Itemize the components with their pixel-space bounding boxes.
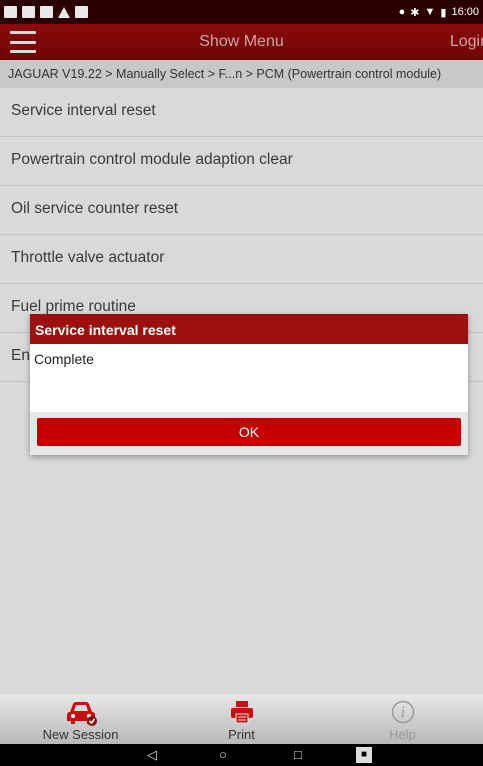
- info-icon: i: [391, 700, 414, 724]
- menu-item-oil-service-counter-reset[interactable]: Oil service counter reset: [0, 186, 483, 235]
- location-icon: ●: [398, 6, 406, 18]
- notification-icon: [4, 6, 17, 18]
- screenshot-icon[interactable]: ■: [356, 747, 372, 763]
- menu-item-service-interval-reset[interactable]: Service interval reset: [0, 88, 483, 137]
- battery-icon: ▮: [440, 6, 447, 19]
- login-button[interactable]: Login: [450, 33, 483, 51]
- dialog-footer: OK: [30, 412, 468, 455]
- notification-icon: [22, 6, 35, 18]
- help-button[interactable]: i Help: [322, 694, 483, 744]
- notification-icon: [40, 6, 53, 18]
- bottom-toolbar: New Session Print i Help: [0, 694, 483, 744]
- result-dialog: Service interval reset Complete OK: [30, 314, 468, 455]
- wifi-icon: ▼: [424, 6, 436, 18]
- warning-icon: [58, 6, 70, 18]
- notification-icon: [75, 6, 88, 18]
- status-bar: ● ✱ ▼ ▮ 16:00: [0, 0, 483, 24]
- new-session-button[interactable]: New Session: [0, 694, 161, 744]
- dialog-title: Service interval reset: [30, 314, 468, 344]
- ok-button[interactable]: OK: [37, 418, 461, 446]
- print-button[interactable]: Print: [161, 694, 322, 744]
- app-title[interactable]: Show Menu: [0, 33, 483, 51]
- system-nav-bar: ◁ ○ □ ■: [0, 744, 483, 766]
- home-icon[interactable]: ○: [219, 747, 227, 762]
- back-icon[interactable]: ◁: [147, 747, 157, 763]
- notification-icons: [4, 6, 88, 18]
- breadcrumb: JAGUAR V19.22 > Manually Select > F...n …: [0, 60, 483, 88]
- dialog-message: Complete: [30, 344, 468, 412]
- menu-item-throttle-valve-actuator[interactable]: Throttle valve actuator: [0, 235, 483, 284]
- system-icons: ● ✱ ▼ ▮ 16:00: [399, 6, 479, 19]
- help-label: Help: [389, 727, 416, 742]
- status-time: 16:00: [451, 6, 479, 18]
- recents-icon[interactable]: □: [294, 747, 302, 762]
- svg-text:i: i: [400, 705, 404, 721]
- bluetooth-icon: ✱: [410, 6, 420, 19]
- app-bar: Show Menu Login: [0, 24, 483, 60]
- print-label: Print: [228, 727, 255, 742]
- car-icon: [66, 702, 97, 726]
- printer-icon: [230, 701, 253, 724]
- new-session-label: New Session: [42, 727, 119, 742]
- menu-item-pcm-adaption-clear[interactable]: Powertrain control module adaption clear: [0, 137, 483, 186]
